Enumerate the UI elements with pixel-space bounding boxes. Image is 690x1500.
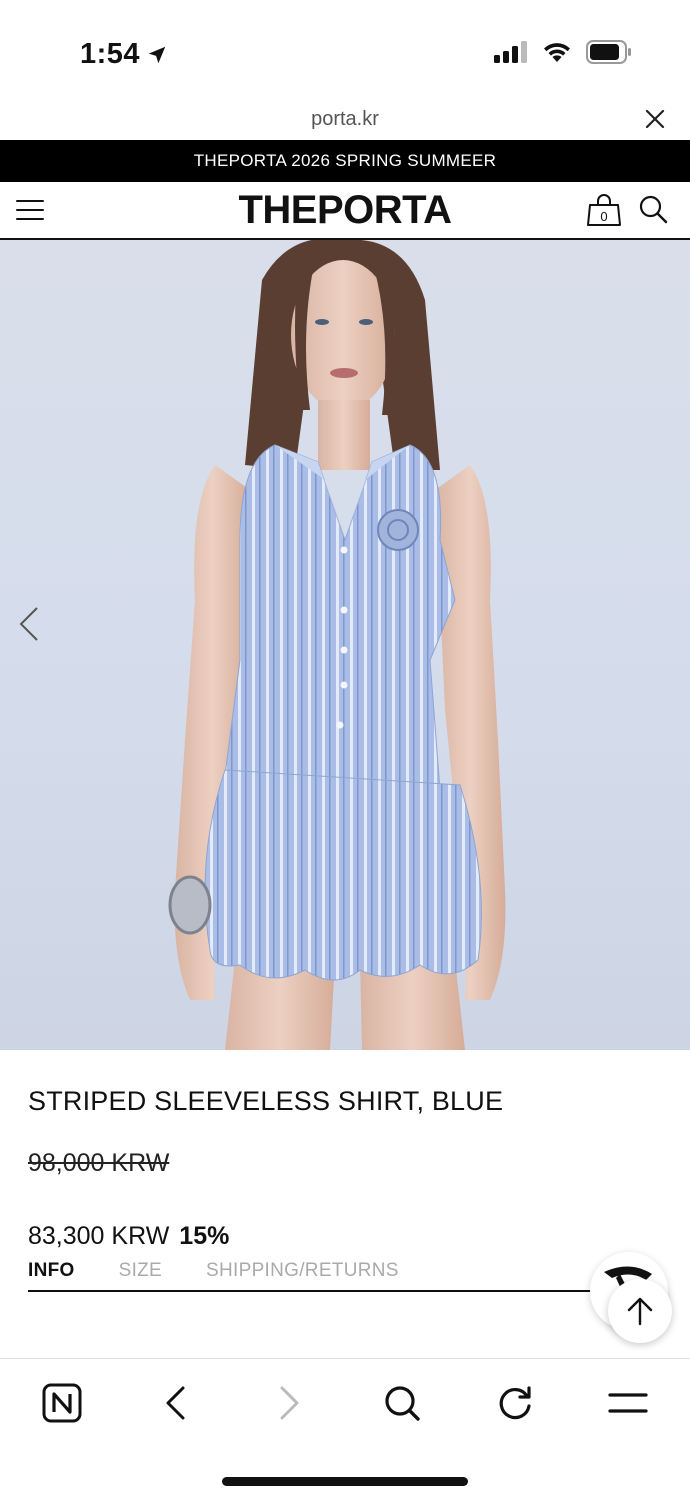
forward-button[interactable] <box>268 1381 312 1425</box>
chevron-left-icon[interactable] <box>18 606 40 642</box>
promo-banner[interactable]: THEPORTA 2026 SPRING SUMMEER <box>0 140 690 182</box>
cart-count: 0 <box>600 209 607 224</box>
time-text: 1:54 <box>80 38 141 70</box>
url-bar[interactable]: porta.kr <box>0 100 690 140</box>
product-image[interactable] <box>0 240 690 1050</box>
naver-home-button[interactable] <box>40 1381 84 1425</box>
discount-badge: 15% <box>179 1222 230 1250</box>
product-tabs: INFO SIZE SHIPPING/RETURNS <box>28 1260 628 1292</box>
product-photo <box>168 240 506 1050</box>
more-menu-icon <box>608 1393 648 1413</box>
location-arrow-icon <box>148 46 166 63</box>
status-time: 1:54 <box>80 38 168 71</box>
naver-n-icon <box>42 1383 82 1423</box>
battery-icon <box>586 40 631 64</box>
site-header: THEPORTA 0 <box>0 182 690 240</box>
tab-shipping-returns[interactable]: SHIPPING/RETURNS <box>206 1260 399 1290</box>
arrow-up-icon <box>627 1297 653 1326</box>
forward-arrow-icon <box>280 1386 299 1420</box>
wifi-icon <box>544 43 570 62</box>
cellular-signal-icon <box>494 41 527 63</box>
close-icon[interactable] <box>644 108 666 130</box>
product-title: STRIPED SLEEVELESS SHIRT, BLUE <box>28 1086 504 1116</box>
scroll-to-top-button[interactable] <box>608 1279 672 1343</box>
sale-price-row: 83,300 KRW 15% <box>28 1222 229 1251</box>
url-text[interactable]: porta.kr <box>0 108 690 131</box>
back-button[interactable] <box>153 1381 197 1425</box>
shopping-bag-button[interactable]: 0 <box>586 192 622 228</box>
search-icon <box>385 1386 420 1421</box>
original-price: 98,000 KRW <box>28 1149 170 1177</box>
refresh-icon <box>499 1386 531 1420</box>
promo-text: THEPORTA 2026 SPRING SUMMEER <box>193 151 497 170</box>
search-button[interactable] <box>380 1381 424 1425</box>
status-bar: 1:54 <box>0 0 690 100</box>
shopping-bag-icon: 0 <box>587 194 621 226</box>
refresh-button[interactable] <box>493 1381 537 1425</box>
home-indicator[interactable] <box>222 1477 468 1486</box>
search-icon[interactable] <box>638 194 668 224</box>
more-menu-button[interactable] <box>606 1381 650 1425</box>
sale-price: 83,300 KRW <box>28 1222 170 1250</box>
tab-size[interactable]: SIZE <box>119 1260 162 1290</box>
tab-info[interactable]: INFO <box>28 1260 75 1290</box>
back-arrow-icon <box>166 1386 185 1420</box>
status-icons <box>494 40 632 64</box>
